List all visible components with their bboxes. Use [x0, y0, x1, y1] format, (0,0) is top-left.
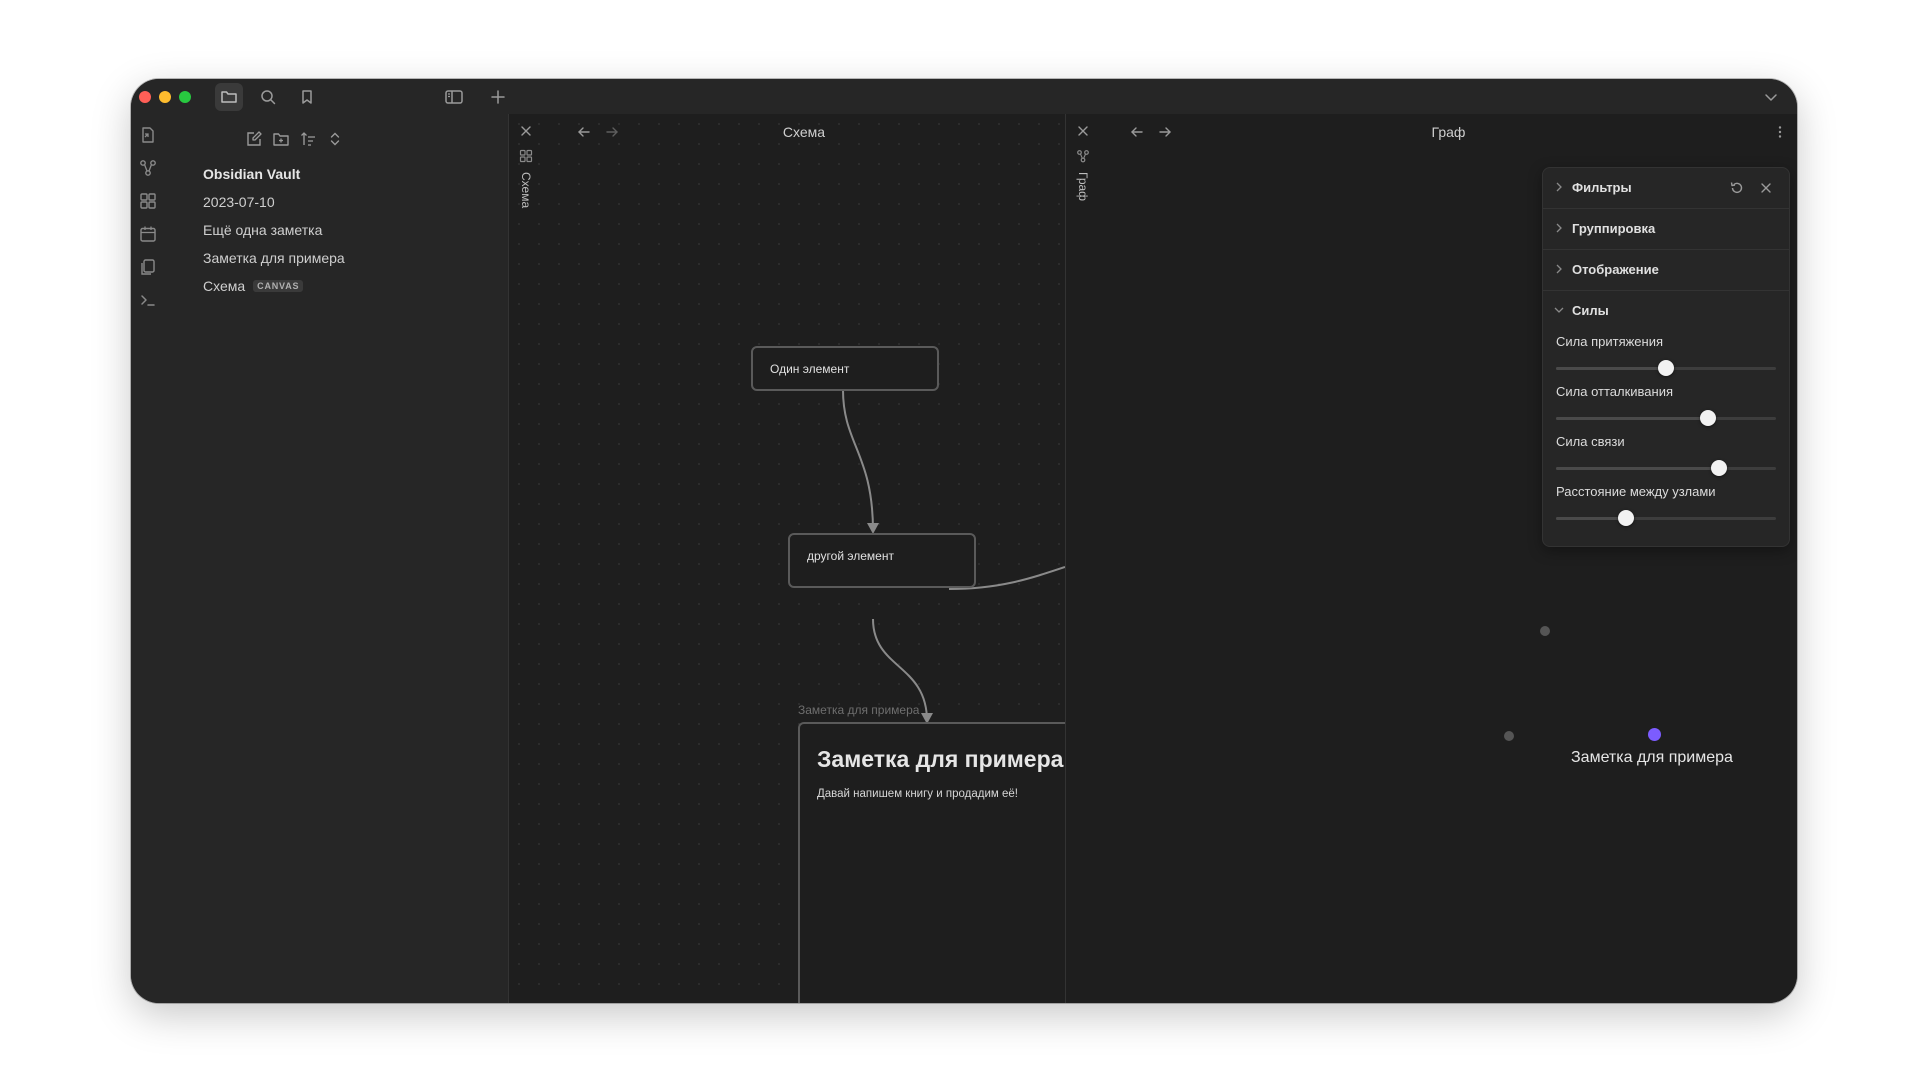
new-note-icon[interactable] [242, 127, 266, 151]
vault-name[interactable]: Obsidian Vault [203, 166, 300, 182]
slider-thumb[interactable] [1618, 510, 1635, 526]
canvas-pane: Схема Схема Один элемент другой элемент … [509, 114, 1066, 1003]
slider-fill [1556, 467, 1719, 470]
slider-thumb[interactable] [1699, 410, 1716, 426]
file-node-body: Давай напишем книгу и продадим её! [817, 788, 1018, 800]
display-section[interactable]: Отображение [1543, 250, 1789, 291]
new-folder-icon[interactable] [269, 127, 293, 151]
slider-label: Расстояние между узлами [1556, 484, 1716, 499]
sidebar-toggle-icon[interactable] [440, 83, 468, 111]
center-force-slider[interactable] [1556, 360, 1776, 376]
graph-pane-strip: Граф [1066, 114, 1100, 1003]
chevron-right-icon [1556, 223, 1562, 233]
pane-title: Граф [1431, 124, 1466, 140]
file-item-label: Схема [203, 278, 246, 294]
slider-label: Сила отталкивания [1556, 384, 1674, 399]
graph-node-active[interactable] [1648, 728, 1661, 741]
link-distance-slider[interactable] [1556, 510, 1776, 526]
file-item[interactable]: Ещё одна заметка [203, 222, 322, 238]
slider-fill [1556, 417, 1708, 420]
slider-label: Сила притяжения [1556, 334, 1664, 349]
canvas-node[interactable]: Один элемент [751, 346, 939, 391]
sort-icon[interactable] [296, 127, 320, 151]
chevron-right-icon [1556, 182, 1562, 192]
file-node-card[interactable]: Заметка для примера Давай напишем книгу … [798, 722, 1065, 1003]
canvas-node[interactable]: другой элемент [788, 533, 976, 588]
node-text: Один элемент [770, 362, 850, 376]
slider-fill [1556, 367, 1666, 370]
section-label: Силы [1572, 303, 1609, 318]
canvas-badge: CANVAS [253, 280, 304, 292]
edge-node1-node2 [842, 389, 874, 532]
search-icon[interactable] [254, 83, 282, 111]
slider-thumb[interactable] [1710, 460, 1727, 476]
graph-node[interactable] [1540, 626, 1550, 636]
slider-label: Сила связи [1556, 434, 1625, 449]
new-tab-icon[interactable] [484, 83, 512, 111]
groups-section[interactable]: Группировка [1543, 209, 1789, 250]
title-bar [131, 79, 1797, 115]
section-label: Группировка [1572, 221, 1656, 236]
minimize-window-button[interactable] [159, 91, 171, 103]
file-item-canvas[interactable]: Схема CANVAS [203, 278, 304, 294]
section-label: Отображение [1572, 262, 1659, 277]
zoom-window-button[interactable] [179, 91, 191, 103]
daily-note-icon[interactable] [137, 223, 159, 245]
graph-view-icon [1074, 147, 1092, 165]
chevron-down-icon[interactable] [1757, 83, 1785, 111]
chevron-right-icon [1556, 264, 1562, 274]
file-explorer: Obsidian Vault 2023-07-10 Ещё одна замет… [166, 114, 509, 1003]
close-window-button[interactable] [139, 91, 151, 103]
close-icon[interactable] [1756, 178, 1776, 198]
slider-thumb[interactable] [1658, 360, 1674, 376]
templates-icon[interactable] [137, 256, 159, 278]
close-icon[interactable] [1074, 122, 1092, 140]
slider-fill [1556, 517, 1627, 520]
more-options-icon[interactable] [1771, 123, 1789, 141]
section-label: Фильтры [1572, 180, 1632, 195]
filters-section[interactable]: Фильтры [1543, 168, 1789, 209]
folder-icon[interactable] [215, 83, 243, 111]
file-node-label: Заметка для примера [798, 703, 920, 717]
file-node-heading: Заметка для примера [817, 746, 1064, 772]
pane-strip-title[interactable]: Граф [1076, 172, 1090, 201]
left-ribbon [131, 114, 167, 1003]
app-window: Obsidian Vault 2023-07-10 Ещё одна замет… [131, 79, 1797, 1003]
link-force-slider[interactable] [1556, 460, 1776, 476]
file-item[interactable]: Заметка для примера [203, 250, 345, 266]
node-text: другой элемент [807, 549, 894, 563]
graph-node[interactable] [1504, 731, 1514, 741]
forces-section[interactable]: Силы [1543, 291, 1789, 331]
graph-pane-header: Граф [1100, 114, 1797, 151]
restore-default-icon[interactable] [1727, 178, 1747, 198]
graph-settings-panel: Фильтры Группировка Отображение Силы Сил… [1542, 167, 1790, 547]
chevron-down-icon [1554, 307, 1564, 313]
bookmark-icon[interactable] [293, 83, 321, 111]
collapse-icon[interactable] [323, 127, 347, 151]
repel-force-slider[interactable] [1556, 410, 1776, 426]
open-quick-switcher-icon[interactable] [137, 124, 159, 146]
file-item[interactable]: 2023-07-10 [203, 194, 275, 210]
graph-view-icon[interactable] [137, 157, 159, 179]
command-palette-icon[interactable] [137, 289, 159, 311]
canvas-icon[interactable] [137, 190, 159, 212]
graph-node-label: Заметка для примера [1571, 749, 1733, 766]
